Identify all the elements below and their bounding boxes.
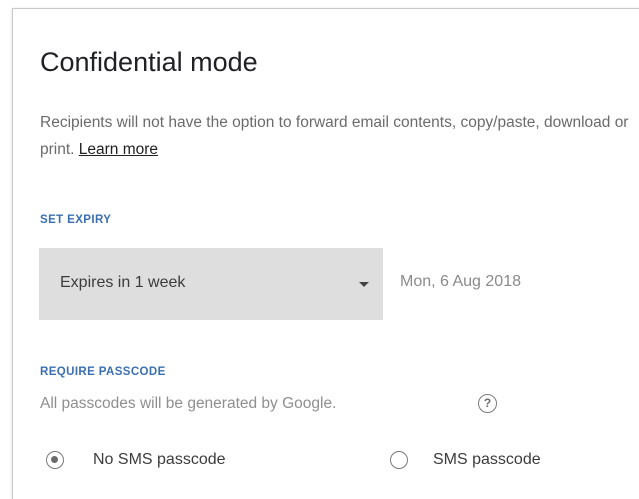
set-expiry-label: SET EXPIRY: [40, 214, 112, 226]
passcode-hint: All passcodes will be generated by Googl…: [40, 395, 337, 412]
radio-unchecked-icon[interactable]: [390, 451, 408, 469]
expiry-select[interactable]: Expires in 1 week: [39, 248, 383, 320]
dialog-title: Confidential mode: [40, 47, 258, 77]
expiry-date: Mon, 6 Aug 2018: [400, 273, 521, 290]
radio-checked-icon[interactable]: [46, 451, 64, 469]
dropdown-arrow-icon: [359, 282, 369, 287]
help-icon[interactable]: ?: [478, 394, 497, 413]
radio-label-sms: SMS passcode: [433, 451, 541, 468]
expiry-select-value: Expires in 1 week: [60, 274, 186, 291]
radio-label-no-sms: No SMS passcode: [93, 451, 226, 468]
learn-more-link[interactable]: Learn more: [79, 141, 158, 158]
require-passcode-label: REQUIRE PASSCODE: [40, 366, 166, 378]
confidential-mode-dialog: Confidential mode Recipients will not ha…: [12, 8, 639, 499]
dialog-description: Recipients will not have the option to f…: [40, 109, 639, 163]
